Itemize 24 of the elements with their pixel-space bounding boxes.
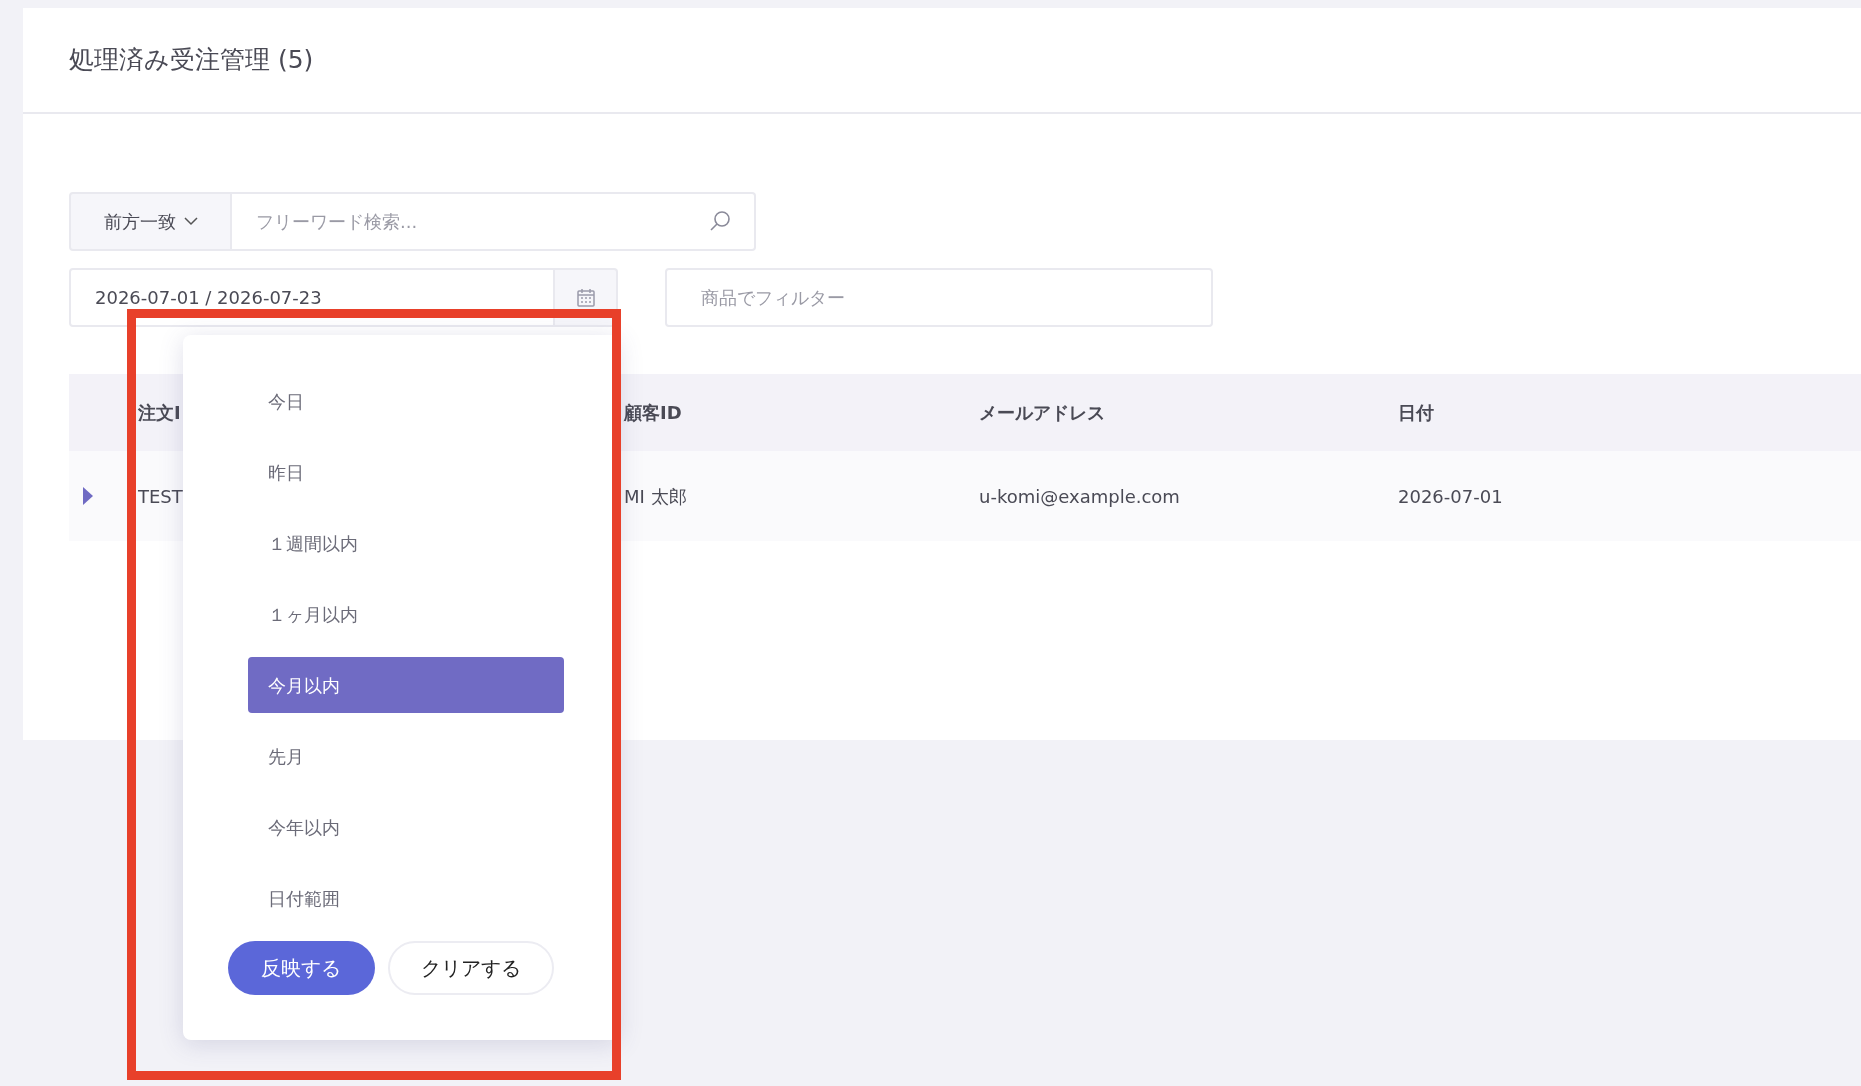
column-header: 日付 [1398,402,1434,423]
column-header: メールアドレス [979,402,1105,423]
date-preset-option[interactable]: 今日 [248,373,564,429]
table-cell: TEST [138,485,183,507]
chevron-down-icon [183,217,198,226]
date-preset-option[interactable]: 日付範囲 [248,870,564,926]
column-header: 顧客ID [624,402,682,423]
search-field[interactable]: フリーワード検索... [232,192,756,251]
date-preset-option[interactable]: １ヶ月以内 [248,586,564,642]
search-icon[interactable] [708,209,732,233]
date-preset-option[interactable]: 今年以内 [248,799,564,855]
table-cell: 2026-07-01 [1398,485,1503,507]
table-cell: MI 太郎 [624,485,687,507]
clear-button[interactable]: クリアする [387,941,554,995]
product-filter-field[interactable]: 商品でフィルター [665,268,1213,327]
column-header: 注文I [138,402,181,423]
apply-button[interactable]: 反映する [228,941,375,995]
date-preset-option[interactable]: 今月以内 [248,657,564,713]
expand-triangle-icon[interactable] [82,486,94,506]
calendar-icon [575,287,596,308]
date-preset-option[interactable]: 先月 [248,728,564,784]
table-cell: u-komi@example.com [979,485,1180,507]
match-mode-select[interactable]: 前方一致 [69,192,232,251]
page-title: 処理済み受注管理 (5) [69,44,314,77]
